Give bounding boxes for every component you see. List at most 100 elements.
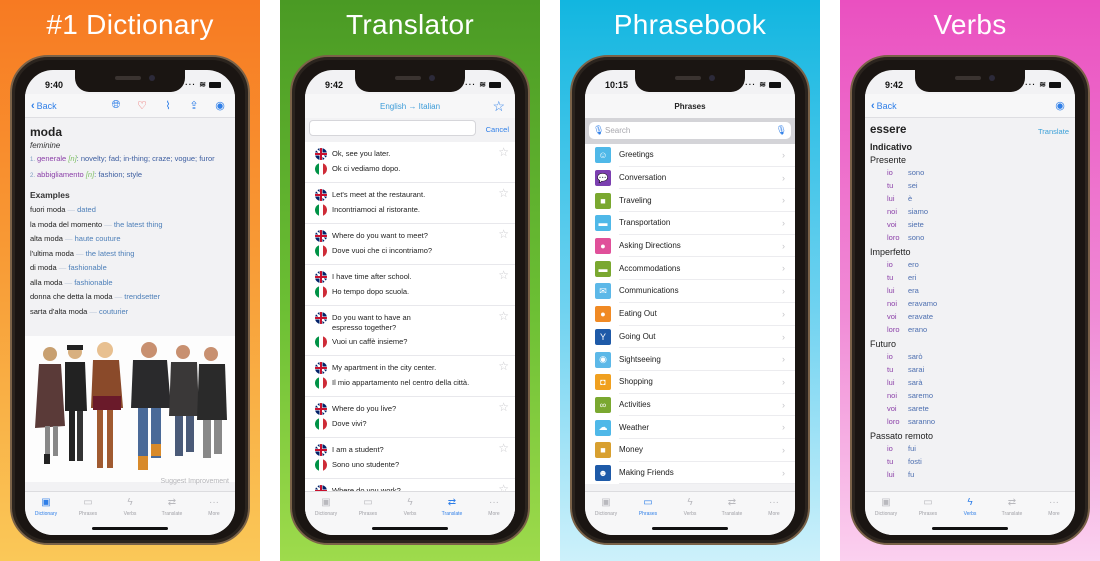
tab-dictionary[interactable]: ▣ Dictionary — [25, 492, 67, 535]
language-direction[interactable]: English → Italian ☆ — [305, 94, 515, 118]
back-button[interactable]: ‹ Back — [871, 100, 897, 112]
translation-item[interactable]: I have time after school. Ho tempo dopo s… — [305, 265, 515, 306]
tab-more[interactable]: ··· More — [753, 492, 795, 535]
category-label: Transportation — [619, 212, 795, 235]
translation-item[interactable]: Where do you want to meet? Dove vuoi che … — [305, 224, 515, 265]
translation-item[interactable]: My apartment in the city center. Il mio a… — [305, 356, 515, 397]
arrows-swap-icon: ⇄ — [1007, 496, 1017, 508]
tab-dictionary[interactable]: ▣ Dictionary — [865, 492, 907, 535]
favorite-star-icon[interactable]: ☆ — [498, 268, 509, 282]
bicycle-icon: ∞ — [595, 396, 611, 413]
category-label: Traveling — [619, 189, 795, 213]
chevron-left-icon: ‹ — [31, 100, 35, 112]
sense-word[interactable]: generale — [37, 154, 66, 163]
panel-title: #1 Dictionary — [46, 9, 214, 40]
italian-phrase: Ho tempo dopo scuola. — [315, 286, 493, 298]
favorite-star-icon[interactable]: ☆ — [498, 309, 509, 323]
category-item[interactable]: ☺ Greetings › — [585, 144, 795, 167]
notch — [915, 70, 1025, 92]
category-item[interactable]: ∞ Activities › — [585, 394, 795, 417]
pronoun: io — [887, 168, 893, 177]
chevron-right-icon: › — [782, 331, 785, 342]
globe-icon[interactable]: 🌐︎ — [109, 98, 123, 112]
nav-bar: ‹ Back 🌐︎ ♡ ⌇ ⇪ ◉ — [25, 94, 235, 118]
category-item[interactable]: ✉ Communications › — [585, 280, 795, 303]
category-item[interactable]: 💬 Conversation › — [585, 167, 795, 190]
example-item[interactable]: alta moda — haute couture — [30, 232, 235, 247]
category-item[interactable]: ▬ Transportation › — [585, 212, 795, 235]
tab-label: Verbs — [403, 511, 417, 517]
phrase-search-input[interactable]: 🎙︎ Search 🎙︎ — [589, 122, 791, 139]
translation-item[interactable]: Let's meet at the restaurant. Incontriamo… — [305, 183, 515, 224]
tab-dictionary[interactable]: ▣ Dictionary — [305, 492, 347, 535]
category-item[interactable]: ▬ Accommodations › — [585, 257, 795, 281]
suggest-improvement-link[interactable]: Suggest Improvement — [161, 478, 229, 485]
paperclip-icon[interactable]: ⌇ — [161, 98, 175, 112]
chevron-left-icon: ‹ — [871, 100, 875, 112]
microphone-icon[interactable]: 🎙︎ — [776, 125, 787, 136]
category-item[interactable]: ● Asking Directions › — [585, 235, 795, 258]
example-item[interactable]: donna che detta la moda — trendsetter — [30, 290, 235, 305]
verb-form: era — [908, 286, 919, 295]
english-phrase: My apartment in the city center. — [315, 362, 493, 374]
tab-more[interactable]: ··· More — [473, 492, 515, 535]
favorite-star-icon[interactable]: ☆ — [498, 441, 509, 455]
favorites-star-icon[interactable]: ☆ — [492, 98, 505, 115]
example-item[interactable]: fuori moda — dated — [30, 203, 235, 218]
example-item[interactable]: la moda del momento — the latest thing — [30, 218, 235, 233]
lightning-icon: ϟ — [127, 496, 133, 508]
category-item[interactable]: ● Eating Out › — [585, 303, 795, 326]
translation-item[interactable]: Ok, see you later. Ok ci vediamo dopo. ☆ — [305, 142, 515, 183]
translate-search-input[interactable] — [309, 120, 476, 136]
favorite-star-icon[interactable]: ☆ — [498, 359, 509, 373]
microphone-icon[interactable]: 🎙︎ — [593, 125, 604, 136]
speaker-icon[interactable]: ◉ — [1053, 98, 1067, 112]
tab-label: Dictionary — [314, 511, 338, 517]
category-item[interactable]: ◘ Shopping › — [585, 371, 795, 394]
taxi-icon: ▬ — [595, 215, 611, 232]
conjugation-row: tu eri — [870, 271, 1070, 284]
tab-label: Phrases — [638, 511, 658, 517]
tab-more[interactable]: ··· More — [193, 492, 235, 535]
example-item[interactable]: l'ultima moda — the latest thing — [30, 247, 235, 262]
translate-link[interactable]: Translate — [1038, 127, 1069, 136]
category-item[interactable]: Y Going Out › — [585, 326, 795, 349]
chevron-right-icon: › — [782, 376, 785, 387]
category-item[interactable]: ☁ Weather › — [585, 416, 795, 439]
favorite-star-icon[interactable]: ☆ — [498, 145, 509, 159]
speaker-icon[interactable]: ◉ — [213, 98, 227, 112]
favorite-star-icon[interactable]: ☆ — [498, 227, 509, 241]
italian-phrase: Dove vivi? — [315, 418, 493, 430]
back-button[interactable]: ‹ Back — [31, 100, 57, 112]
italy-flag-icon — [315, 377, 327, 389]
wifi-battery-icon: ···· ≋ — [461, 80, 501, 89]
people-icon: ☻ — [595, 464, 611, 481]
heart-icon[interactable]: ♡ — [135, 98, 149, 112]
example-item[interactable]: di moda — fashionable — [30, 261, 235, 276]
italian-phrase: Vuoi un caffè insieme? — [315, 336, 493, 348]
example-item[interactable]: alla moda — fashionable — [30, 276, 235, 291]
category-item[interactable]: ■ Money › — [585, 439, 795, 462]
translation-item[interactable]: Do you want to have an espresso together… — [305, 306, 515, 356]
favorite-star-icon[interactable]: ☆ — [498, 186, 509, 200]
tab-label: More — [488, 511, 500, 517]
category-item[interactable]: ■ Traveling › — [585, 189, 795, 213]
tab-dictionary[interactable]: ▣ Dictionary — [585, 492, 627, 535]
translation-item[interactable]: Where do you live? Dove vivi? ☆ — [305, 397, 515, 438]
example-item[interactable]: sarta d'alta moda — couturier — [30, 305, 235, 320]
category-item[interactable]: ☻ Making Friends › — [585, 462, 795, 485]
speech-bubble-icon: ▭ — [83, 496, 93, 508]
share-icon[interactable]: ⇪ — [187, 98, 201, 112]
sense-word[interactable]: abbigliamento — [37, 170, 84, 179]
tab-label: Translate — [1001, 511, 1023, 517]
category-item[interactable]: ◉ Sightseeing › — [585, 348, 795, 371]
dash-separator: — — [104, 219, 112, 229]
cancel-button[interactable]: Cancel — [486, 125, 509, 134]
conjugation-row: io sarò — [870, 350, 1070, 363]
translation-item[interactable]: I am a student? Sono uno studente? ☆ — [305, 438, 515, 479]
pronoun: tu — [887, 181, 894, 190]
book-icon: ▣ — [41, 496, 51, 508]
tab-more[interactable]: ··· More — [1033, 492, 1075, 535]
pronoun: lui — [887, 470, 895, 479]
favorite-star-icon[interactable]: ☆ — [498, 400, 509, 414]
